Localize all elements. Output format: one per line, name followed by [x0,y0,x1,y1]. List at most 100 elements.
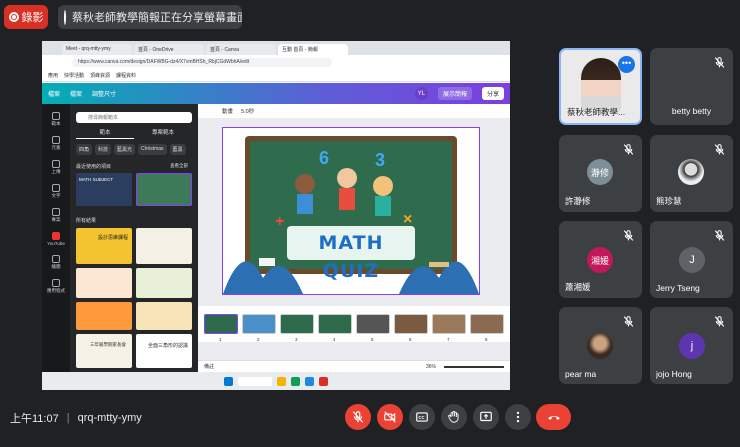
menu-resize[interactable]: 調整尺寸 [92,89,116,98]
text-icon [52,184,60,192]
folder-icon[interactable] [277,376,286,386]
bookmark[interactable]: 頂峰資源 [90,72,110,79]
present-button[interactable]: 展示簡報 [437,87,472,100]
template-thumb[interactable] [76,302,132,330]
svg-text:×: × [403,211,412,228]
participant-tile[interactable]: J Jerry Tseng [650,221,733,298]
recent-label: 最近使用的項目 [76,164,112,170]
rail-youtube[interactable]: YouTube [47,232,65,246]
apps-icon [52,279,60,287]
rail-apps[interactable]: 應用程式 [47,279,65,294]
more-options-button[interactable] [505,404,531,430]
filter-chip[interactable]: 四角 [76,144,93,155]
rail-text[interactable]: 文字 [52,184,61,199]
captions-button[interactable]: CC [409,404,435,430]
taskbar-search[interactable] [238,376,272,386]
more-options-icon[interactable]: ••• [618,56,635,73]
template-search-input[interactable]: 搜尋簡報範本 [76,112,192,123]
participant-tile[interactable]: j jojo Hong [650,307,733,384]
raise-hand-button[interactable] [441,404,467,430]
page-thumb[interactable]: 1 [204,314,238,342]
template-thumb[interactable]: 全面三角形的認識 [136,334,192,368]
duration-button[interactable]: 5.0秒 [241,107,254,115]
panel-tab-project[interactable]: 專案範本 [134,128,192,139]
panel-tab-templates[interactable]: 範本 [76,128,134,139]
hang-up-icon [547,415,560,420]
browser-tab[interactable]: 首頁 - OneDrive [134,44,204,55]
template-thumb[interactable] [136,268,192,298]
recording-chip[interactable]: 錄影 [4,5,48,29]
filter-chip[interactable]: 藍黑 [169,144,186,155]
filter-chip[interactable]: 藍黑光 [114,144,136,155]
page-thumb[interactable]: 5 [356,314,390,342]
page-thumb[interactable]: 8 [470,314,504,342]
zoom-level[interactable]: 36% [426,364,436,370]
share-button[interactable]: 分享 [481,87,504,100]
bookmark[interactable]: 應用 [48,72,58,79]
rail-elements[interactable]: 元素 [52,136,61,151]
template-panel: 搜尋簡報範本 範本 專案範本 四角 科技 藍黑光 Christmas 藍黑 最近… [70,104,198,372]
avatar: J [679,247,705,273]
chrome-icon[interactable] [291,376,300,386]
filter-chip[interactable]: Christmas [138,144,167,155]
browser-tab-active[interactable]: 互動 首頁 - 簡報 [278,44,348,55]
template-thumb[interactable]: 三年級學期家長會 [76,334,132,368]
page-thumb[interactable]: 4 [318,314,352,342]
menu-home[interactable]: 檔案 [48,89,60,98]
page-thumb[interactable]: 2 [242,314,276,342]
rail-templates[interactable]: 範本 [52,112,61,127]
end-call-button[interactable] [536,404,571,430]
svg-text:3: 3 [375,150,385,170]
presenter-chip[interactable]: 蔡秋老師教學簡報正在分享螢幕畫面 [58,5,242,29]
rail-projects[interactable]: 專案 [52,208,61,223]
powerpoint-icon[interactable] [319,376,328,386]
template-thumb[interactable] [136,228,192,264]
participant-tile[interactable]: 瀞修 許瀞修 [559,135,642,212]
animate-button[interactable]: 動畫 [222,107,233,115]
filter-chip[interactable]: 科技 [95,144,112,155]
url-field[interactable]: https://www.canva.com/design/DAFWBG-dz4/… [72,57,332,67]
browser-tab[interactable]: 首頁 - Canva [206,44,276,55]
participant-tile[interactable]: 湘媛 蕭湘媛 [559,221,642,298]
mic-toggle-button[interactable] [345,404,371,430]
participant-tile[interactable]: betty betty [650,48,733,125]
browser-tab[interactable]: Meet - qrq-mtty-ymy [62,44,132,55]
captions-icon: CC [416,412,428,422]
slide-canvas[interactable]: 6 3 + × MATH QUIZ [222,127,480,295]
participant-tile[interactable]: pear ma [559,307,642,384]
more-vert-icon [516,411,520,423]
participant-tile-presenter[interactable]: ••• 蔡秋老師教學... [559,48,642,125]
participant-tile[interactable]: 熊珍慧 [650,135,733,212]
see-all-link[interactable]: 查看全部 [170,163,188,169]
presenter-video [581,58,621,113]
mic-off-icon [714,230,725,241]
recent-template-math-quiz[interactable] [136,173,192,206]
page-thumb[interactable]: 6 [394,314,428,342]
bookmarks-bar: 應用 快學活動 頂峰資源 課程資料 [42,69,510,82]
page-thumb[interactable]: 3 [280,314,314,342]
address-bar: https://www.canva.com/design/DAFWBG-dz4/… [42,55,510,69]
zoom-slider[interactable] [444,365,504,368]
participant-name: betty betty [671,106,712,116]
template-icon [52,112,60,120]
meeting-code[interactable]: qrq-mtty-ymy [78,412,142,424]
rail-uploads[interactable]: 上傳 [52,160,61,175]
page-thumb[interactable]: 7 [432,314,466,342]
present-screen-button[interactable] [473,404,499,430]
participant-name: jojo Hong [656,369,692,379]
participant-name: 許瀞修 [565,196,591,206]
menu-file[interactable]: 檔案 [70,89,82,98]
template-thumb[interactable]: 設計思維課程 [76,228,132,264]
template-thumb[interactable] [136,302,192,330]
camera-toggle-button[interactable] [377,404,403,430]
bookmark[interactable]: 快學活動 [64,72,84,79]
notes-button[interactable]: 備註 [204,363,214,370]
rail-draw[interactable]: 繪圖 [52,255,61,270]
edge-icon[interactable] [305,376,314,386]
windows-start-icon[interactable] [224,376,233,386]
bookmark[interactable]: 課程資料 [116,72,136,79]
template-thumb[interactable] [76,268,132,298]
user-avatar[interactable]: YL [414,87,428,100]
recent-template[interactable]: MATH SUBJECT [76,173,132,206]
participant-name: pear ma [565,369,597,379]
